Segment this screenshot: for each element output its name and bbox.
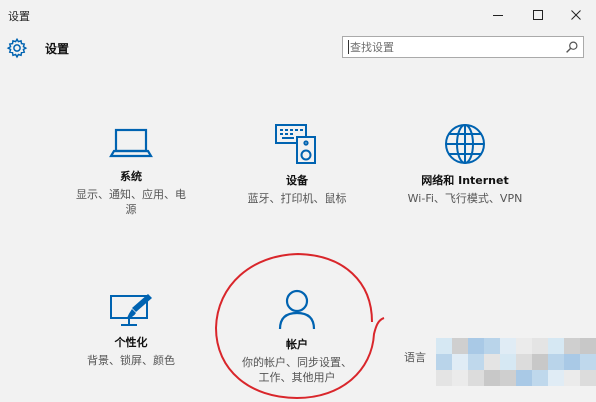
mosaic-cell — [452, 338, 468, 354]
tile-title: 系统 — [120, 170, 142, 183]
pixelated-watermark — [436, 338, 596, 386]
search-box[interactable] — [342, 36, 584, 58]
mosaic-cell — [564, 338, 580, 354]
mosaic-cell — [532, 354, 548, 370]
title-bar: 设置 — [0, 0, 596, 30]
search-input[interactable] — [350, 39, 560, 55]
tile-description-line: 源 — [125, 203, 137, 216]
minimize-button[interactable] — [481, 0, 515, 30]
mosaic-cell — [532, 370, 548, 386]
tile-description: 你的帐户、同步设置、 工作、其他用户 — [230, 355, 364, 385]
tile-title: 个性化 — [114, 336, 148, 349]
mosaic-cell — [484, 354, 500, 370]
tile-personalization[interactable]: 个性化 背景、锁屏、颜色 — [72, 292, 190, 368]
tile-accounts[interactable]: 帐户 你的帐户、同步设置、 工作、其他用户 — [230, 288, 364, 385]
search-icon[interactable] — [565, 40, 579, 54]
person-icon — [278, 289, 316, 330]
tile-title: 网络和 Internet — [421, 174, 509, 187]
tile-system[interactable]: 系统 显示、通知、应用、电 源 — [64, 126, 198, 217]
mosaic-cell — [564, 370, 580, 386]
mosaic-cell — [548, 354, 564, 370]
tile-description-line: 蓝牙、打印机、鼠标 — [247, 192, 347, 205]
mosaic-cell — [580, 338, 596, 354]
mosaic-cell — [500, 354, 516, 370]
window-title: 设置 — [8, 10, 30, 23]
mosaic-cell — [532, 338, 548, 354]
mosaic-cell — [580, 370, 596, 386]
tile-description-line: 背景、锁屏、颜色 — [87, 354, 175, 367]
mosaic-cell — [500, 370, 516, 386]
mosaic-cell — [564, 354, 580, 370]
tile-description: 蓝牙、打印机、鼠标 — [232, 191, 362, 206]
mosaic-cell — [580, 354, 596, 370]
globe-icon — [445, 124, 485, 164]
mosaic-cell — [548, 338, 564, 354]
mosaic-cell — [468, 370, 484, 386]
minimize-icon — [493, 15, 503, 16]
maximize-icon — [533, 10, 543, 20]
tile-description: Wi-Fi、飞行模式、VPN — [390, 191, 540, 206]
tile-description-line: 工作、其他用户 — [258, 371, 336, 384]
tile-devices[interactable]: 设备 蓝牙、打印机、鼠标 — [232, 122, 362, 206]
tile-description-line: Wi-Fi、飞行模式、VPN — [407, 192, 523, 205]
mosaic-cell — [548, 370, 564, 386]
mosaic-cell — [516, 338, 532, 354]
mosaic-cell — [468, 338, 484, 354]
mosaic-cell — [516, 370, 532, 386]
tile-network[interactable]: 网络和 Internet Wi-Fi、飞行模式、VPN — [390, 122, 540, 206]
mosaic-cell — [452, 370, 468, 386]
tile-description: 显示、通知、应用、电 源 — [64, 187, 198, 217]
tile-description-line: 显示、通知、应用、电 — [76, 188, 186, 201]
keyboard-speaker-icon — [275, 124, 316, 164]
paint-monitor-icon — [110, 294, 152, 326]
mosaic-cell — [484, 338, 500, 354]
tile-title: 设备 — [286, 174, 308, 187]
page-title: 设置 — [45, 42, 70, 56]
close-button[interactable] — [559, 0, 593, 30]
mosaic-cell — [436, 338, 452, 354]
laptop-icon — [109, 128, 153, 158]
text-caret — [348, 40, 349, 54]
mosaic-cell — [436, 370, 452, 386]
settings-window: 设置 设置 查找设置 系统 显示、通知、应用、电 源 设备 蓝牙、打印机、鼠标 … — [0, 0, 596, 402]
close-icon — [571, 10, 581, 20]
gear-icon — [6, 37, 28, 59]
mosaic-cell — [484, 370, 500, 386]
mosaic-cell — [452, 354, 468, 370]
maximize-button[interactable] — [521, 0, 555, 30]
tile-title: 帐户 — [286, 338, 308, 351]
tile-description: 背景、锁屏、颜色 — [72, 353, 190, 368]
mosaic-cell — [436, 354, 452, 370]
mosaic-cell — [516, 354, 532, 370]
tile-description-line: 你的帐户、同步设置、 — [242, 356, 352, 369]
mosaic-cell — [468, 354, 484, 370]
mosaic-cell — [500, 338, 516, 354]
